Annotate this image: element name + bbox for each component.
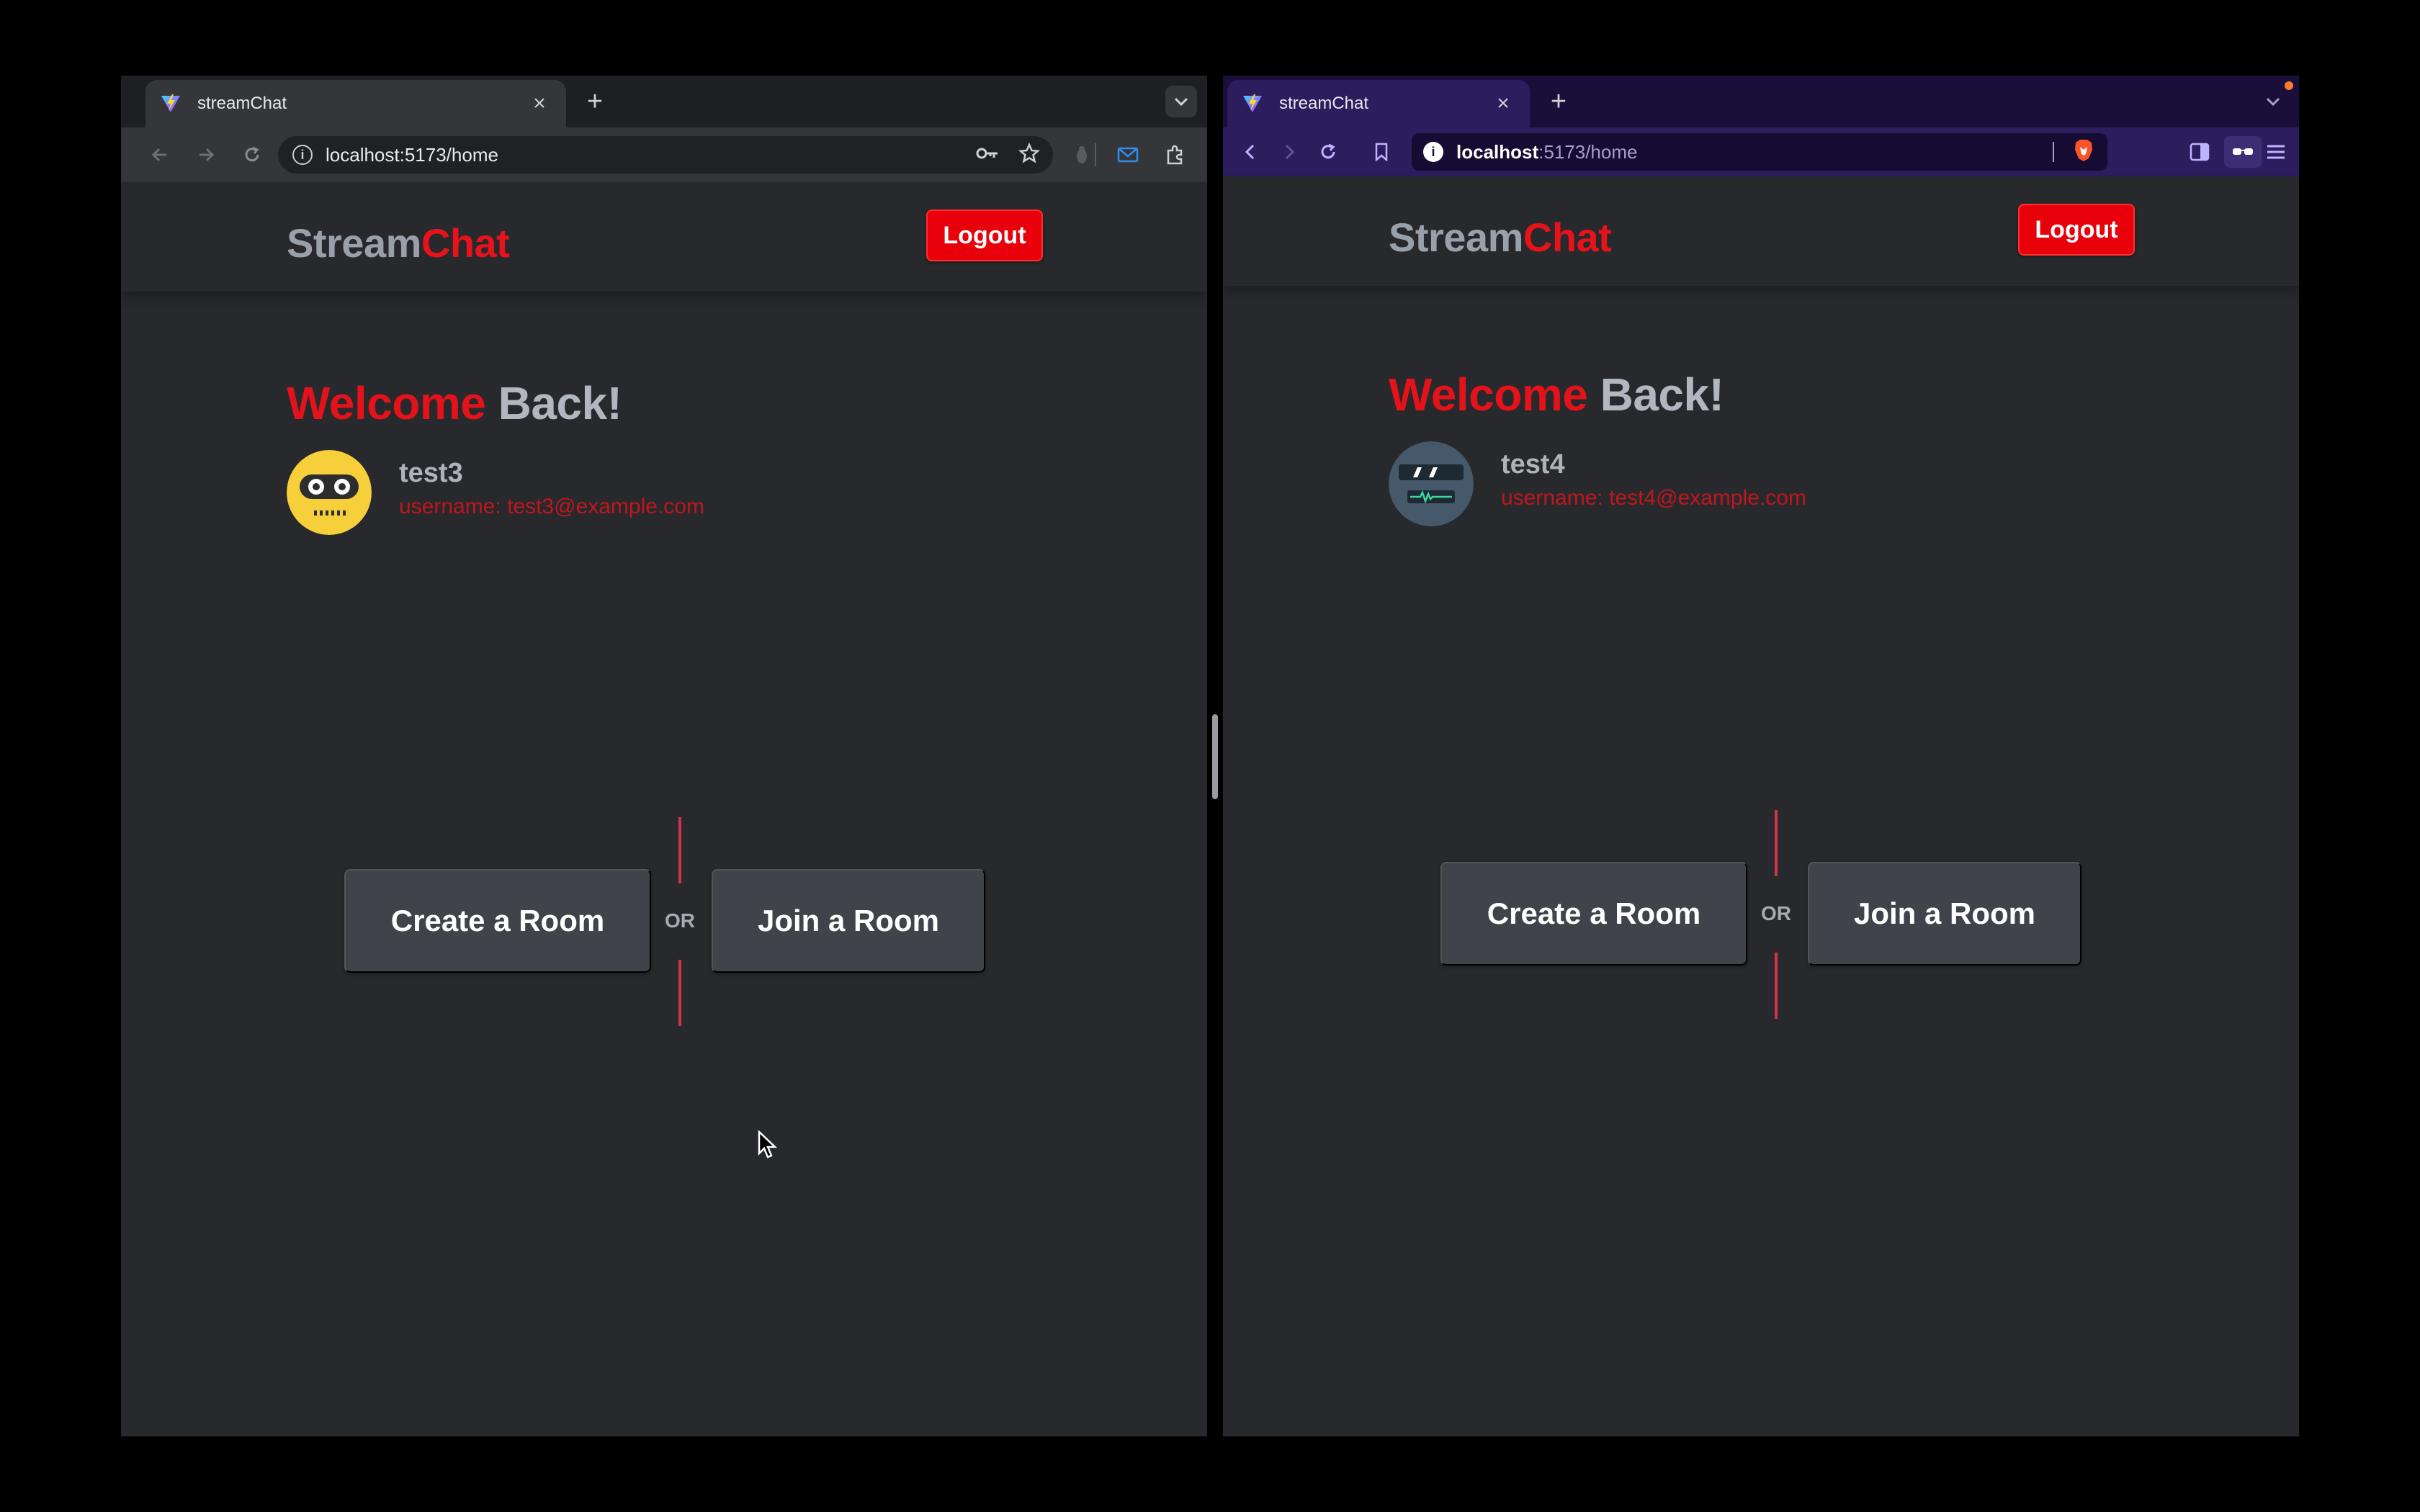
notification-dot-icon: [2285, 81, 2293, 90]
toolbar-divider: [1095, 143, 1096, 166]
back-arrow-icon[interactable]: [144, 139, 176, 171]
or-label: OR: [1761, 902, 1791, 924]
extension-icon[interactable]: [1066, 139, 1098, 171]
url-text: localhost:5173/home: [326, 143, 498, 166]
plus-icon[interactable]: +: [579, 86, 611, 117]
chevron-down-icon[interactable]: [2257, 86, 2289, 117]
hamburger-menu-icon[interactable]: [2260, 136, 2292, 168]
info-icon[interactable]: i: [292, 145, 313, 165]
mouse-cursor-icon: [758, 1130, 778, 1159]
avatar: [287, 450, 372, 535]
user-name: test4: [1501, 449, 1565, 480]
tab-bar: streamChat × +: [1223, 76, 2299, 127]
user-email: username: test3@example.com: [399, 495, 704, 518]
star-icon[interactable]: [1018, 142, 1041, 168]
welcome-word: Welcome: [1389, 369, 1588, 420]
avatar: [1389, 441, 1474, 526]
browser-toolbar: i localhost:5173/home: [121, 127, 1207, 182]
logo-stream: Stream: [1389, 215, 1523, 260]
puzzle-icon[interactable]: [1160, 139, 1191, 171]
plus-icon[interactable]: +: [1543, 86, 1574, 117]
reload-icon[interactable]: [236, 139, 268, 171]
user-card: test3 username: test3@example.com: [287, 450, 704, 535]
forward-arrow-icon[interactable]: [190, 139, 222, 171]
app-header: StreamChat Logout: [1223, 176, 2299, 286]
logo-chat: Chat: [421, 220, 510, 266]
url-path: :5173/home: [1538, 140, 1638, 163]
create-room-button[interactable]: Create a Room: [1440, 862, 1747, 966]
or-label: OR: [665, 909, 695, 932]
address-divider: [2053, 142, 2054, 162]
vpn-glasses-icon[interactable]: [2224, 136, 2262, 168]
forward-arrow-icon[interactable]: [1273, 136, 1305, 168]
browser-toolbar: i localhost:5173/home: [1223, 127, 2299, 176]
logout-button[interactable]: Logout: [2018, 204, 2135, 256]
key-icon[interactable]: [975, 145, 1000, 165]
logout-button[interactable]: Logout: [926, 210, 1043, 261]
logo-chat: Chat: [1523, 215, 1612, 260]
url-text: localhost:5173/home: [1456, 141, 1637, 163]
create-room-button[interactable]: Create a Room: [344, 869, 651, 973]
chevron-down-icon[interactable]: [1165, 86, 1197, 117]
back-word: Back!: [1600, 369, 1724, 420]
user-card: test4 username: test4@example.com: [1389, 441, 1806, 526]
user-name: test3: [399, 458, 463, 488]
room-actions: Create a Room OR Join a Room: [344, 742, 988, 1026]
join-room-button[interactable]: Join a Room: [712, 869, 985, 973]
url-host: localhost: [1456, 140, 1539, 163]
vite-logo-icon: [1242, 94, 1263, 114]
user-email: username: test4@example.com: [1501, 486, 1806, 510]
tab-streamchat[interactable]: streamChat ×: [145, 80, 566, 127]
app-logo[interactable]: StreamChat: [287, 220, 510, 266]
brave-lion-icon[interactable]: [2073, 138, 2094, 166]
welcome-heading: Welcome Back!: [1389, 368, 1724, 421]
logo-stream: Stream: [287, 220, 421, 266]
join-room-button[interactable]: Join a Room: [1808, 862, 2081, 966]
app-header: StreamChat Logout: [121, 182, 1207, 292]
welcome-heading: Welcome Back!: [287, 377, 622, 430]
divider-line-top: [678, 817, 681, 883]
mail-icon[interactable]: [1112, 139, 1144, 171]
vite-logo-icon: [160, 94, 182, 114]
window-resize-handle[interactable]: [1212, 714, 1218, 799]
app-logo[interactable]: StreamChat: [1389, 214, 1612, 261]
tab-bar: streamChat × +: [121, 76, 1207, 127]
tab-title: streamChat: [1279, 94, 1369, 113]
address-bar[interactable]: i localhost:5173/home: [1412, 133, 2107, 171]
room-actions: Create a Room OR Join a Room: [1440, 735, 2084, 1019]
reload-icon[interactable]: [1312, 136, 1344, 168]
address-bar[interactable]: i localhost:5173/home: [278, 136, 1053, 174]
left-browser-window: streamChat × + i localhost:5173/home Str…: [121, 76, 1207, 1436]
divider-line-bottom: [1775, 953, 1778, 1019]
divider-line-top: [1775, 810, 1778, 876]
close-icon[interactable]: ×: [1491, 91, 1515, 116]
welcome-word: Welcome: [287, 377, 486, 429]
back-arrow-icon[interactable]: [1234, 136, 1266, 168]
sidebar-icon[interactable]: [2184, 136, 2215, 168]
right-browser-window: streamChat × + i localhost:5173/home Str…: [1223, 76, 2299, 1436]
tab-streamchat[interactable]: streamChat ×: [1227, 80, 1530, 127]
info-icon[interactable]: i: [1423, 142, 1443, 162]
close-icon[interactable]: ×: [527, 91, 552, 116]
tab-title: streamChat: [197, 94, 287, 113]
bookmark-icon[interactable]: [1366, 136, 1397, 168]
divider-line-bottom: [678, 960, 681, 1026]
back-word: Back!: [498, 377, 622, 429]
